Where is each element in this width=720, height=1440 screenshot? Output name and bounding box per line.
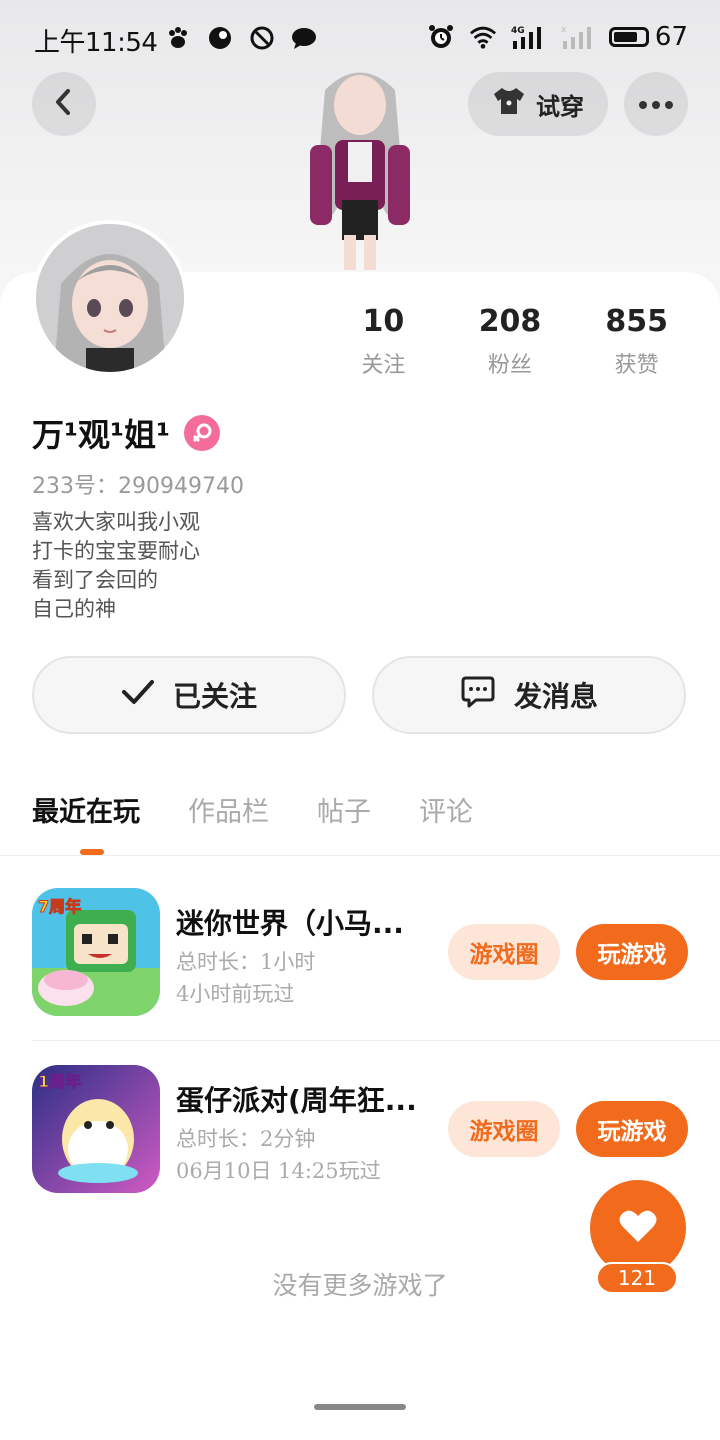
user-name: 万¹观¹姐¹ — [32, 416, 171, 454]
svg-text:7周年: 7周年 — [38, 897, 81, 916]
more-options-button[interactable] — [624, 72, 688, 136]
game-title: 迷你世界（小马... — [176, 907, 404, 940]
name-row: 万¹观¹姐¹ — [32, 410, 221, 456]
paw-app-icon — [164, 24, 192, 52]
following-button-label: 已关注 — [172, 680, 257, 713]
fans-count: 208 — [478, 304, 542, 339]
checkmark-icon — [121, 678, 155, 713]
like-count-badge: 121 — [596, 1262, 678, 1294]
play-game-button[interactable]: 玩游戏 — [576, 1101, 688, 1157]
svg-text:1周年: 1周年 — [38, 1072, 81, 1091]
wifi-icon — [469, 23, 497, 51]
avatar[interactable] — [32, 220, 188, 376]
app-notification-icon — [206, 24, 234, 52]
signal-weak-icon: x — [561, 23, 595, 51]
bio-line: 自己的神 — [32, 597, 116, 621]
signal-4g-icon: 4G — [511, 23, 547, 51]
profile-stats: 10 关注 208 粉丝 855 获赞 — [320, 304, 700, 379]
system-icons: 4G x 67 — [427, 22, 688, 52]
status-time: 上午11:54 — [34, 28, 158, 58]
likes-label: 获赞 — [614, 353, 659, 378]
game-duration: 总时长：2分钟 — [176, 1127, 316, 1151]
likes-count: 855 — [605, 304, 668, 339]
eggy-party-game-icon: 1周年 — [32, 1065, 160, 1193]
heart-icon — [618, 1208, 658, 1248]
bio-line: 看到了会回的 — [32, 568, 158, 592]
alarm-icon — [427, 23, 455, 51]
more-dots-icon — [638, 95, 674, 114]
following-label: 关注 — [361, 353, 406, 378]
tab-posts[interactable]: 帖子 — [317, 790, 371, 829]
svg-text:x: x — [561, 25, 567, 35]
following-count: 10 — [362, 304, 405, 339]
tshirt-icon — [492, 86, 526, 122]
profile-tabs: 最近在玩 作品栏 帖子 评论 — [32, 790, 473, 829]
send-message-button[interactable]: 发消息 — [372, 656, 686, 734]
tab-recently-played[interactable]: 最近在玩 — [32, 790, 140, 829]
try-on-label: 试穿 — [536, 92, 584, 121]
battery-indicator: 67 — [608, 22, 688, 52]
game-circle-button[interactable]: 游戏圈 — [448, 1101, 560, 1157]
battery-level: 67 — [654, 22, 688, 52]
message-bubble-icon — [460, 675, 496, 716]
game-last-played: 06月10日 14:25玩过 — [176, 1159, 381, 1183]
fans-label: 粉丝 — [488, 353, 533, 378]
stat-likes[interactable]: 855 获赞 — [573, 304, 700, 379]
game-duration: 总时长：1小时 — [176, 950, 316, 974]
battery-icon — [608, 27, 649, 47]
chat-bubble-icon — [290, 24, 318, 52]
notification-icons — [164, 24, 318, 52]
user-bio: 喜欢大家叫我小观 打卡的宝宝要耐心 看到了会回的 自己的神 — [32, 508, 200, 624]
mini-world-game-icon: 7周年 — [32, 888, 160, 1016]
game-item-mini-world[interactable]: 7周年 迷你世界（小马... 总时长：1小时 4小时前玩过 游戏圈 玩游戏 — [0, 888, 720, 1018]
avatar-image — [36, 224, 184, 372]
home-indicator[interactable] — [314, 1404, 406, 1410]
game-last-played: 4小时前玩过 — [176, 982, 295, 1006]
game-item-eggy-party[interactable]: 1周年 蛋仔派对(周年狂... 总时长：2分钟 06月10日 14:25玩过 游… — [0, 1065, 720, 1195]
try-on-button[interactable]: 试穿 — [468, 72, 608, 136]
send-message-label: 发消息 — [513, 680, 598, 713]
chevron-left-icon — [52, 88, 76, 120]
following-button[interactable]: 已关注 — [32, 656, 346, 734]
svg-text:4G: 4G — [511, 26, 525, 36]
play-game-button[interactable]: 玩游戏 — [576, 924, 688, 980]
avatar-character-figure — [280, 60, 440, 275]
game-circle-button[interactable]: 游戏圈 — [448, 924, 560, 980]
game-title: 蛋仔派对(周年狂... — [176, 1084, 417, 1117]
back-button[interactable] — [32, 72, 96, 136]
female-gender-icon — [184, 415, 221, 451]
bio-line: 喜欢大家叫我小观 — [32, 510, 200, 534]
tab-works[interactable]: 作品栏 — [188, 790, 269, 829]
user-id: 233号：290949740 — [32, 474, 244, 499]
tabs-divider — [0, 855, 720, 856]
bio-line: 打卡的宝宝要耐心 — [32, 539, 200, 563]
do-not-disturb-icon — [248, 24, 276, 52]
game-divider — [32, 1040, 720, 1041]
tab-comments[interactable]: 评论 — [419, 790, 473, 829]
stat-fans[interactable]: 208 粉丝 — [447, 304, 574, 379]
stat-following[interactable]: 10 关注 — [320, 304, 447, 379]
